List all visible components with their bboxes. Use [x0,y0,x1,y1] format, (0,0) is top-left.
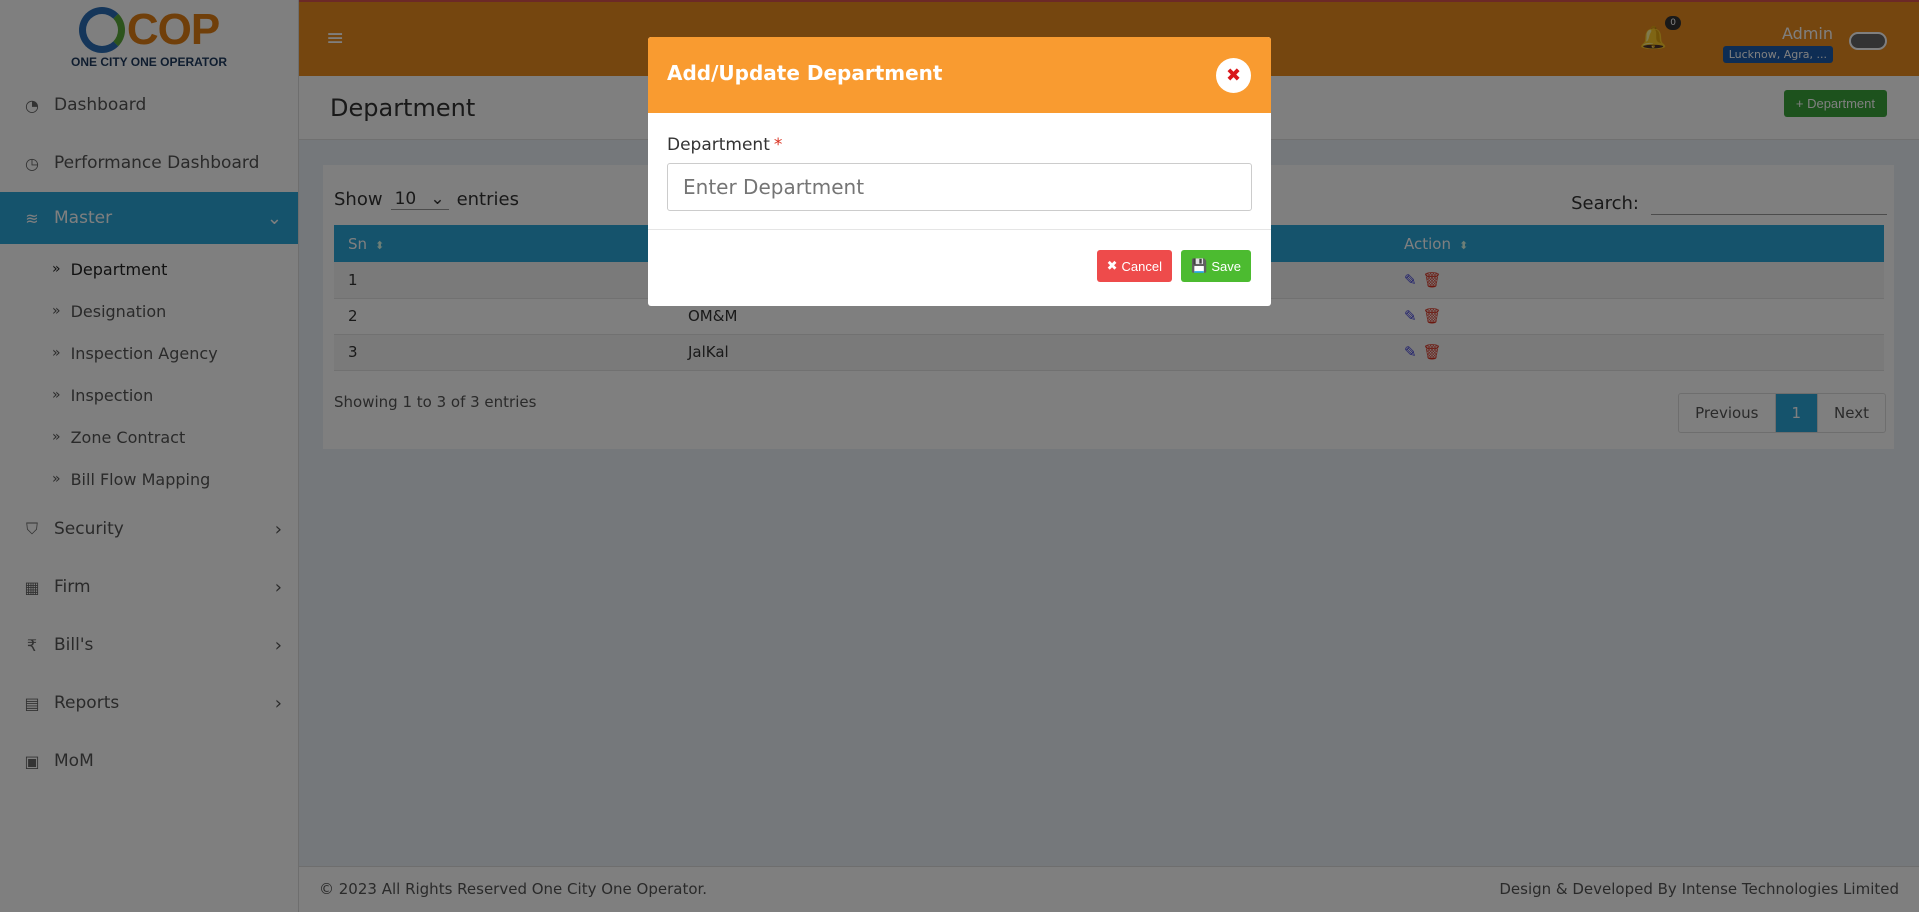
cancel-button[interactable]: ✖ Cancel [1096,250,1172,282]
add-update-department-modal: Add/Update Department ✖ Department* ✖ Ca… [648,37,1271,306]
required-marker: * [773,135,783,155]
floppy-disk-icon: 💾 [1191,258,1208,273]
modal-title: Add/Update Department [667,61,943,85]
department-label-text: Department [667,135,770,155]
modal-body: Department * [648,113,1271,230]
save-button-label: Save [1211,258,1241,274]
cancel-button-label: Cancel [1121,258,1162,274]
close-icon: ✖ [1106,258,1118,273]
department-field-label: Department * [667,135,782,155]
department-input[interactable] [667,163,1252,211]
save-button[interactable]: 💾 Save [1181,250,1251,282]
modal-header: Add/Update Department ✖ [648,37,1271,113]
modal-footer: ✖ Cancel 💾 Save [648,230,1271,301]
close-icon[interactable]: ✖ [1216,58,1251,93]
